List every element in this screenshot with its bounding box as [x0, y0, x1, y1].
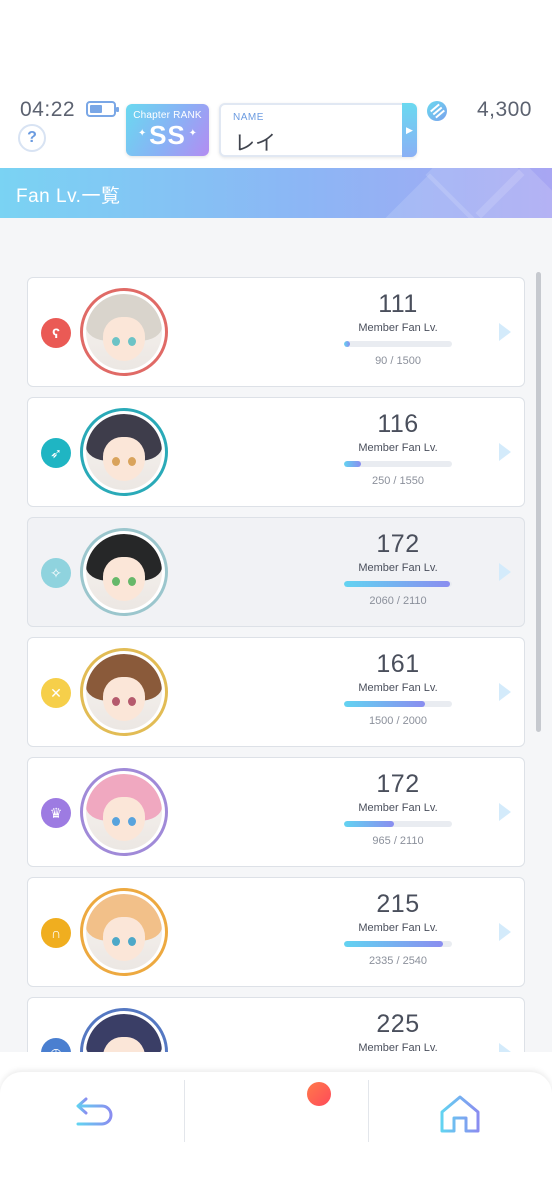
tools-icon: ✕ — [41, 678, 71, 708]
fan-progress-fill — [344, 821, 394, 827]
clock-icon: ◷ — [41, 1038, 71, 1052]
character-portrait — [86, 1014, 162, 1052]
menu-icon — [250, 1107, 302, 1121]
chapter-rank-badge[interactable]: Chapter RANK SS ✦ ✦ — [126, 104, 209, 156]
chevron-right-icon[interactable] — [499, 323, 511, 341]
chevron-right-icon[interactable] — [499, 683, 511, 701]
fan-level-value: 172 — [376, 530, 420, 558]
fan-progress-text: 1500 / 2000 — [368, 715, 428, 727]
fan-level-label: Member Fan Lv. — [358, 562, 438, 574]
back-button[interactable] — [0, 1072, 184, 1156]
avatar — [80, 528, 168, 616]
avatar — [80, 1008, 168, 1052]
chevron-right-icon[interactable] — [499, 563, 511, 581]
back-icon — [76, 1097, 113, 1126]
avatar — [80, 288, 168, 376]
header: 04:22 ? Chapter RANK SS ✦ ✦ NAME レイ ▶ 4,… — [0, 0, 552, 168]
rabbit-icon: ∩ — [41, 918, 71, 948]
clock: 04:22 — [20, 98, 76, 121]
character-portrait — [86, 774, 162, 850]
fan-progress-fill — [344, 341, 351, 347]
chevron-right-icon[interactable]: ▶ — [402, 103, 417, 157]
fan-progress-text: 250 / 1550 — [372, 475, 424, 487]
fan-progress-fill — [344, 941, 444, 947]
fan-progress-bar — [344, 341, 452, 347]
page-title-bar: Fan Lv.一覧 — [0, 168, 552, 218]
member-card[interactable]: ✕ 161 Member Fan Lv. 1500 / 2000 — [27, 637, 525, 747]
member-card[interactable]: ʕ 111 Member Fan Lv. 90 / 1500 — [27, 277, 525, 387]
member-list[interactable]: ʕ 111 Member Fan Lv. 90 / 1500 ➶ 116 Mem… — [0, 218, 552, 1052]
fan-progress-fill — [344, 581, 450, 587]
character-portrait — [86, 894, 162, 970]
fan-level-label: Member Fan Lv. — [358, 442, 438, 454]
chevron-right-icon[interactable] — [499, 923, 511, 941]
rocket-icon: ➶ — [41, 438, 71, 468]
name-label: NAME — [233, 112, 264, 123]
member-card[interactable]: ✧ 172 Member Fan Lv. 2060 / 2110 — [27, 517, 525, 627]
member-card[interactable]: ◷ 225 Member Fan Lv. — [27, 997, 525, 1052]
currency-value: 4,300 — [476, 98, 532, 121]
character-portrait — [86, 414, 162, 490]
battery-level — [90, 105, 102, 113]
home-icon — [440, 1095, 480, 1133]
character-portrait — [86, 534, 162, 610]
fan-level-value: 116 — [377, 410, 419, 438]
sparkle-icon: ✦ — [138, 128, 147, 139]
fan-progress-fill — [344, 701, 425, 707]
fan-level-label: Member Fan Lv. — [358, 922, 438, 934]
sparkle-icon: ✦ — [188, 128, 197, 139]
fan-level-label: Member Fan Lv. — [358, 322, 438, 334]
fan-level-label: Member Fan Lv. — [358, 802, 438, 814]
page-title: Fan Lv.一覧 — [16, 186, 121, 207]
fan-progress-bar — [344, 941, 452, 947]
avatar — [80, 408, 168, 496]
fan-level-label: Member Fan Lv. — [358, 682, 438, 694]
name-value: レイ — [234, 132, 276, 155]
fan-progress-bar — [344, 701, 452, 707]
fan-progress-bar — [344, 821, 452, 827]
bear-icon: ʕ — [41, 318, 71, 348]
crane-icon: ✧ — [41, 558, 71, 588]
fan-level-label: Member Fan Lv. — [358, 1042, 438, 1052]
fan-progress-text: 2060 / 2110 — [369, 595, 427, 607]
fan-level-value: 111 — [378, 290, 418, 318]
fan-level-value: 172 — [376, 770, 420, 798]
fan-progress-fill — [344, 461, 362, 467]
chevron-right-icon[interactable] — [499, 443, 511, 461]
fan-progress-text: 90 / 1500 — [375, 355, 421, 367]
member-card[interactable]: ♛ 172 Member Fan Lv. 965 / 2110 — [27, 757, 525, 867]
battery-icon — [86, 101, 119, 117]
character-portrait — [86, 294, 162, 370]
notification-badge — [307, 1082, 331, 1106]
chevron-right-icon[interactable] — [499, 803, 511, 821]
avatar — [80, 888, 168, 976]
chevron-right-icon[interactable] — [499, 1043, 511, 1052]
jewel-icon — [427, 101, 447, 121]
fan-progress-text: 2335 / 2540 — [368, 955, 428, 967]
fan-progress-bar — [344, 581, 452, 587]
fan-level-value: 215 — [376, 890, 420, 918]
avatar — [80, 648, 168, 736]
fan-level-value: 161 — [376, 650, 420, 678]
home-button[interactable] — [368, 1072, 552, 1156]
member-card[interactable]: ➶ 116 Member Fan Lv. 250 / 1550 — [27, 397, 525, 507]
member-card[interactable]: ∩ 215 Member Fan Lv. 2335 / 2540 — [27, 877, 525, 987]
help-button[interactable]: ? — [18, 124, 46, 152]
trophy-icon: ♛ — [41, 798, 71, 828]
bottom-nav — [0, 1072, 552, 1200]
fan-progress-text: 965 / 2110 — [372, 835, 424, 847]
scrollbar[interactable] — [536, 272, 541, 732]
avatar — [80, 768, 168, 856]
character-portrait — [86, 654, 162, 730]
name-field[interactable]: NAME レイ ▶ — [219, 103, 417, 157]
menu-button[interactable] — [184, 1072, 368, 1156]
fan-progress-bar — [344, 461, 452, 467]
fan-level-value: 225 — [376, 1010, 420, 1038]
